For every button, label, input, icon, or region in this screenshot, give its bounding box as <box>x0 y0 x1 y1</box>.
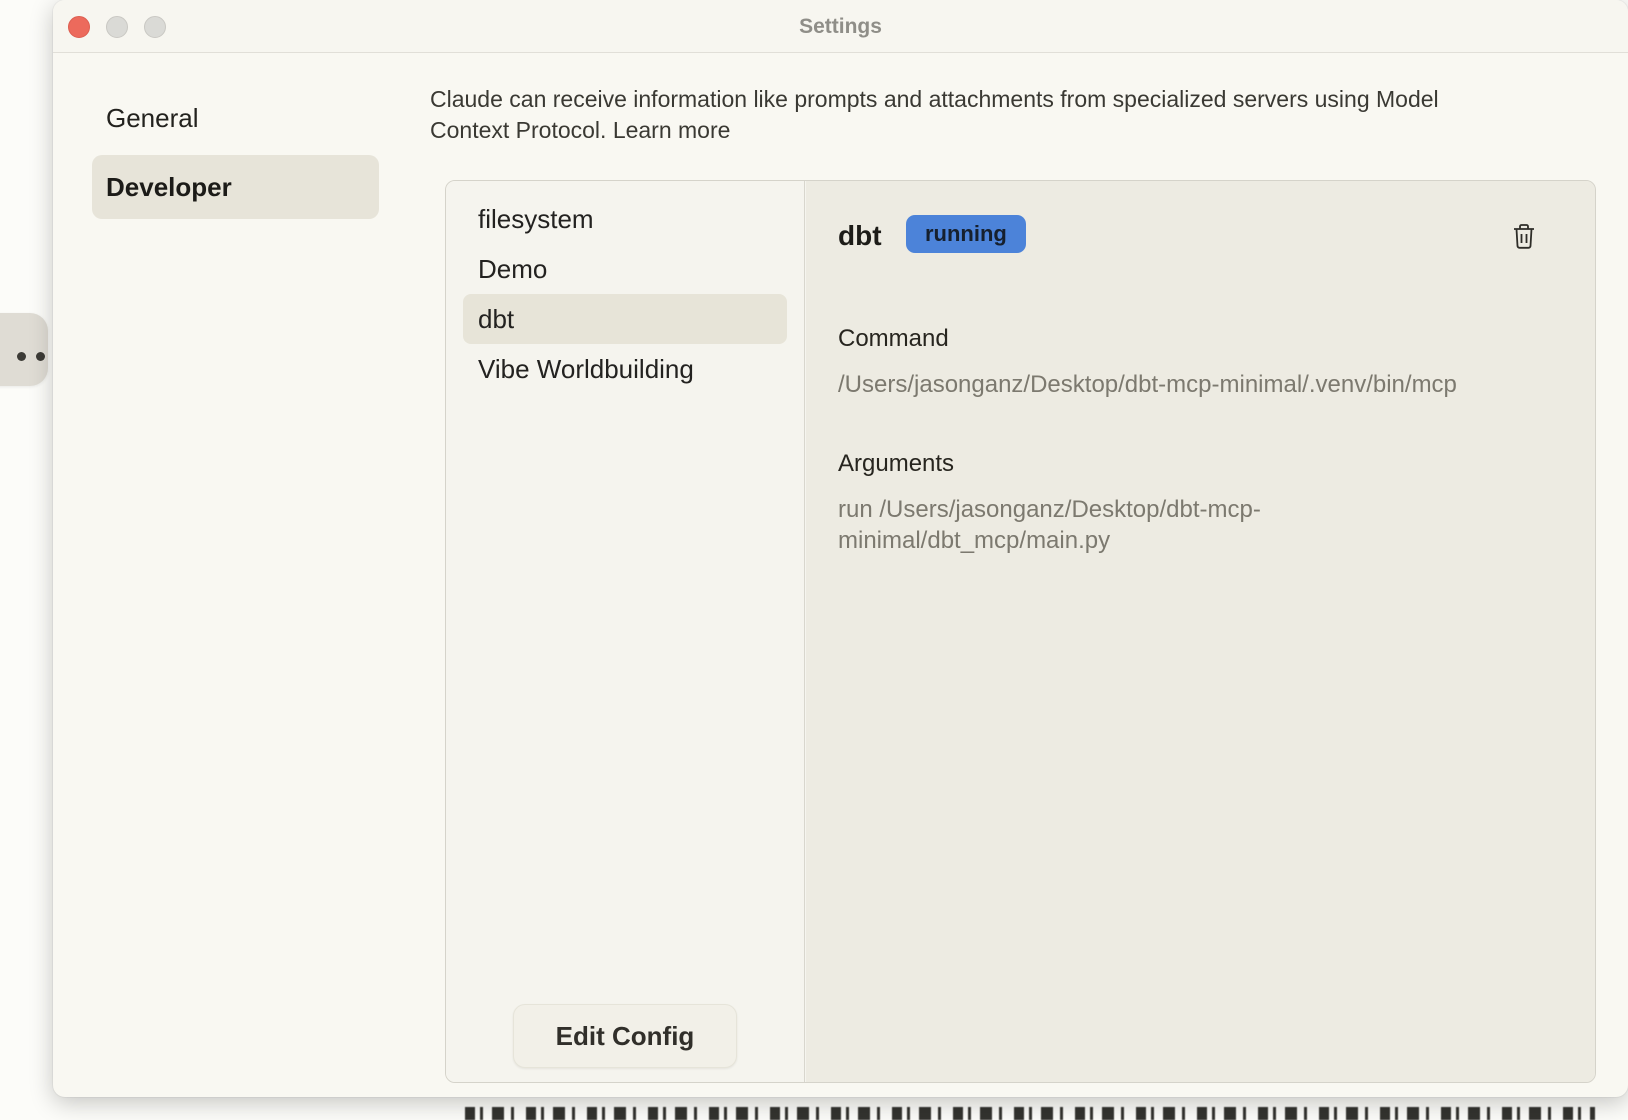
sidebar-item-label: General <box>106 103 199 133</box>
occluded-background-text <box>465 1107 1595 1120</box>
status-badge: running <box>906 215 1026 253</box>
description-text: Claude can receive information like prom… <box>430 86 1439 143</box>
mcp-description: Claude can receive information like prom… <box>430 84 1520 146</box>
drag-dot-icon <box>17 352 26 361</box>
command-label: Command <box>838 325 1563 353</box>
trash-icon <box>1511 222 1537 250</box>
sidebar-item-label: Developer <box>106 172 232 202</box>
arguments-label: Arguments <box>838 450 1563 478</box>
server-row-filesystem[interactable]: filesystem <box>463 194 787 244</box>
server-detail-header: dbt running <box>838 217 1563 263</box>
sidebar-item-general[interactable]: General <box>92 92 379 144</box>
server-row-demo[interactable]: Demo <box>463 244 787 294</box>
server-row-vibe-worldbuilding[interactable]: Vibe Worldbuilding <box>463 344 787 394</box>
server-label: dbt <box>478 304 514 334</box>
server-detail-pane: dbt running Command /Users/jasonganz/Des… <box>806 181 1595 1082</box>
settings-window: Settings General Developer Claude can re… <box>53 0 1628 1097</box>
server-label: filesystem <box>478 204 594 234</box>
server-row-dbt[interactable]: dbt <box>463 294 787 344</box>
screen: { "window": { "title": "Settings" }, "tr… <box>0 0 1628 1120</box>
server-name: dbt <box>838 220 882 252</box>
titlebar[interactable]: Settings <box>53 0 1628 53</box>
server-label: Vibe Worldbuilding <box>478 354 694 384</box>
window-title: Settings <box>53 0 1628 53</box>
edit-config-button[interactable]: Edit Config <box>513 1004 737 1068</box>
background-drag-tab[interactable] <box>0 313 48 386</box>
drag-dot-icon <box>36 352 45 361</box>
mcp-servers-panel: filesystem Demo dbt Vibe Worldbuilding E… <box>445 180 1596 1083</box>
delete-server-button[interactable] <box>1509 221 1539 253</box>
server-list: filesystem Demo dbt Vibe Worldbuilding <box>446 181 804 394</box>
sidebar-item-developer[interactable]: Developer <box>92 155 379 219</box>
server-list-column: filesystem Demo dbt Vibe Worldbuilding E… <box>446 181 805 1082</box>
command-value: /Users/jasonganz/Desktop/dbt-mcp-minimal… <box>838 369 1563 400</box>
server-label: Demo <box>478 254 547 284</box>
arguments-value: run /Users/jasonganz/Desktop/dbt-mcp-min… <box>838 494 1338 556</box>
learn-more-link[interactable]: Learn more <box>613 117 731 143</box>
